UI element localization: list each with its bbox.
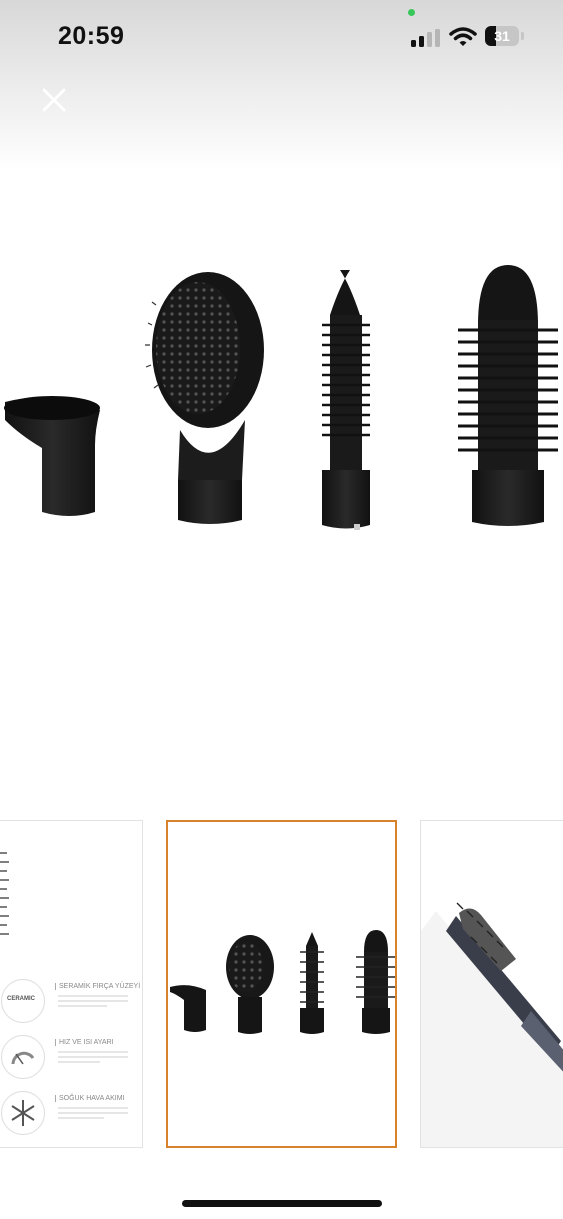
status-bar: 20:59 31 <box>0 0 563 72</box>
gauge-icon <box>1 1035 45 1079</box>
thick-round-brush-attachment <box>458 265 558 526</box>
feature-text-lines <box>58 995 128 1010</box>
battery-icon: 31 <box>485 26 519 46</box>
close-icon <box>42 88 66 112</box>
feature-text-lines <box>58 1051 128 1066</box>
status-time: 20:59 <box>58 22 125 50</box>
concentrator-nozzle <box>4 396 100 516</box>
ceramic-badge-icon: CERAMIC <box>1 979 45 1023</box>
privacy-indicator-dot <box>408 9 415 16</box>
battery-tip <box>521 32 524 40</box>
thumbnail-strip: CERAMIC SERAMİK FIRÇA YÜZEYİ HIZ VE ISI … <box>0 818 563 1151</box>
ceramic-badge-label: CERAMIC <box>7 996 35 1002</box>
wifi-icon <box>449 27 477 46</box>
home-indicator[interactable] <box>182 1200 382 1207</box>
close-button[interactable] <box>38 84 70 116</box>
thumbnail-1[interactable]: CERAMIC SERAMİK FIRÇA YÜZEYİ HIZ VE ISI … <box>0 820 143 1148</box>
snowflake-icon <box>1 1091 45 1135</box>
thin-round-brush-attachment <box>322 270 370 530</box>
feature-title: SERAMİK FIRÇA YÜZEYİ <box>55 983 140 990</box>
cellular-signal-icon <box>411 29 441 47</box>
thumbnail-attachments-image <box>170 930 395 1034</box>
thumbnail-brush-in-use-image <box>421 902 563 1147</box>
product-image[interactable] <box>0 230 563 555</box>
thumbnail-2-selected[interactable] <box>166 820 397 1148</box>
feature-text-lines <box>58 1107 128 1122</box>
feature-title: SOĞUK HAVA AKIMI <box>55 1095 124 1102</box>
feature-title: HIZ VE ISI AYARI <box>55 1039 114 1046</box>
paddle-brush-attachment <box>145 272 264 524</box>
battery-percentage: 31 <box>494 28 510 44</box>
thumbnail-brush-stack <box>0 852 9 935</box>
thumbnail-3[interactable] <box>420 820 563 1148</box>
